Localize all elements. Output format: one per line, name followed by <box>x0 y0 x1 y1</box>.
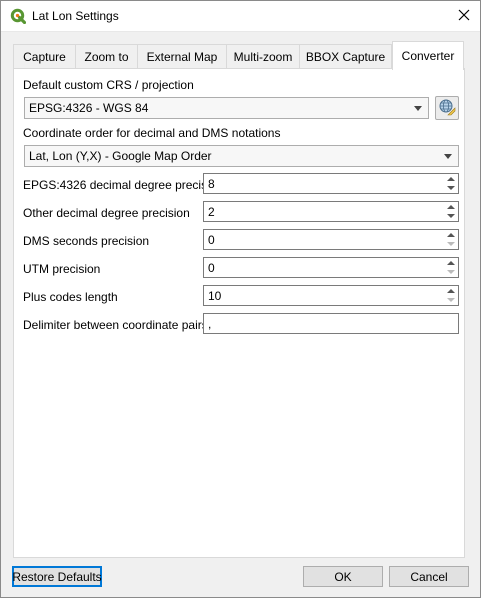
utm-precision-spinbox[interactable]: 0 <box>203 257 459 278</box>
spin-down-icon[interactable] <box>444 240 458 250</box>
window-title: Lat Lon Settings <box>32 9 119 23</box>
spinbox-value[interactable]: 8 <box>208 177 215 191</box>
crs-dropdown[interactable]: EPSG:4326 - WGS 84 <box>24 97 429 119</box>
field-label: Plus codes length <box>23 290 118 304</box>
spinbox-buttons <box>444 258 458 277</box>
epsg4326-precision-spinbox[interactable]: 8 <box>203 173 459 194</box>
delimiter-input[interactable]: , <box>203 313 459 334</box>
spin-down-icon[interactable] <box>444 296 458 306</box>
spin-up-icon[interactable] <box>444 202 458 212</box>
delimiter-label: Delimiter between coordinate pairs <box>23 318 208 332</box>
plus-codes-length-spinbox[interactable]: 10 <box>203 285 459 306</box>
chevron-down-icon <box>444 154 452 159</box>
spinbox-value[interactable]: 0 <box>208 261 215 275</box>
spin-up-icon[interactable] <box>444 286 458 296</box>
spinbox-buttons <box>444 230 458 249</box>
settings-dialog: Lat Lon Settings Capture Zoom to Externa… <box>0 0 481 598</box>
spin-up-icon[interactable] <box>444 230 458 240</box>
field-label: Other decimal degree precision <box>23 206 190 220</box>
ok-button[interactable]: OK <box>303 566 383 587</box>
coordinate-order-label: Coordinate order for decimal and DMS not… <box>23 126 281 140</box>
chevron-down-icon <box>414 106 422 111</box>
spinbox-buttons <box>444 174 458 193</box>
tab-external-map[interactable]: External Map <box>137 44 227 69</box>
field-label: UTM precision <box>23 262 101 276</box>
dms-seconds-precision-spinbox[interactable]: 0 <box>203 229 459 250</box>
spin-up-icon[interactable] <box>444 174 458 184</box>
qgis-logo-icon <box>10 8 27 25</box>
spin-down-icon[interactable] <box>444 184 458 194</box>
projection-globe-icon <box>438 98 456 119</box>
other-decimal-precision-spinbox[interactable]: 2 <box>203 201 459 222</box>
spin-down-icon[interactable] <box>444 268 458 278</box>
spin-down-icon[interactable] <box>444 212 458 222</box>
tab-multi-zoom[interactable]: Multi-zoom <box>226 44 300 69</box>
delimiter-input-value[interactable]: , <box>208 317 211 331</box>
spinbox-value[interactable]: 10 <box>208 289 221 303</box>
coordinate-order-dropdown[interactable]: Lat, Lon (Y,X) - Google Map Order <box>24 145 459 167</box>
spinbox-buttons <box>444 202 458 221</box>
crs-label: Default custom CRS / projection <box>23 78 194 92</box>
tab-zoom-to[interactable]: Zoom to <box>75 44 138 69</box>
coordinate-order-value: Lat, Lon (Y,X) - Google Map Order <box>29 149 212 163</box>
tab-capture[interactable]: Capture <box>13 44 76 69</box>
restore-defaults-button[interactable]: Restore Defaults <box>12 566 102 587</box>
tab-converter[interactable]: Converter <box>392 41 464 70</box>
spinbox-buttons <box>444 286 458 305</box>
field-label: DMS seconds precision <box>23 234 150 248</box>
close-button[interactable] <box>447 1 480 32</box>
crs-selector-button[interactable] <box>435 96 459 120</box>
field-label: EPGS:4326 decimal degree precision <box>23 178 224 192</box>
close-icon <box>458 9 470 24</box>
title-bar: Lat Lon Settings <box>1 1 480 32</box>
spinbox-value[interactable]: 0 <box>208 233 215 247</box>
spin-up-icon[interactable] <box>444 258 458 268</box>
tab-bbox-capture[interactable]: BBOX Capture <box>299 44 392 69</box>
crs-dropdown-value: EPSG:4326 - WGS 84 <box>29 101 149 115</box>
converter-panel: Default custom CRS / projection EPSG:432… <box>13 68 465 558</box>
cancel-button[interactable]: Cancel <box>389 566 469 587</box>
spinbox-value[interactable]: 2 <box>208 205 215 219</box>
